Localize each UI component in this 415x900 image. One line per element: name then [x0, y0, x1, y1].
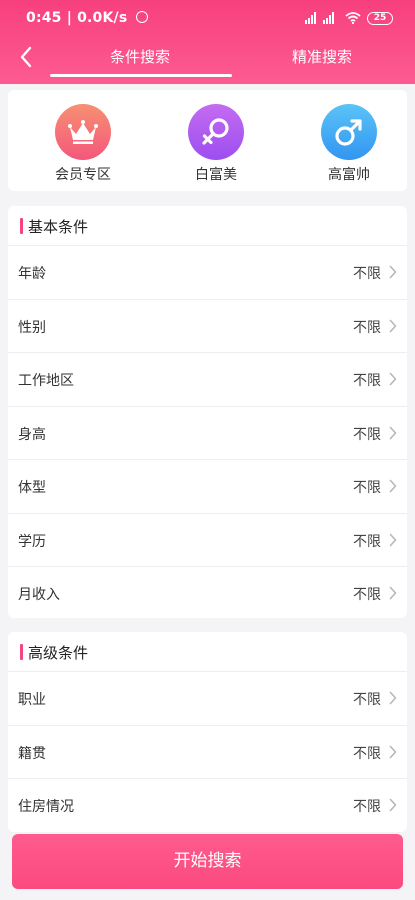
start-search-button[interactable]: 开始搜索 [12, 834, 403, 889]
condition-value: 不限 [353, 745, 381, 762]
condition-value: 不限 [353, 799, 381, 815]
crown-icon [68, 120, 98, 144]
condition-row[interactable]: 工作地区 不限 [8, 352, 407, 406]
section-title: 基本条件 [28, 218, 89, 236]
advanced-conditions-list: 职业 不限 籍贯 不限 住房情况 不限 [8, 671, 407, 832]
category-female[interactable]: 白富美 [171, 104, 261, 184]
status-time: 0:45 [26, 10, 62, 26]
tab-conditional-search[interactable]: 条件搜索 [110, 46, 170, 67]
condition-row[interactable]: 月收入 不限 [8, 566, 407, 620]
condition-value: 不限 [353, 373, 381, 389]
section-accent-bar [20, 218, 23, 234]
male-symbol-icon [335, 119, 362, 146]
battery-icon: 25 [367, 11, 393, 25]
condition-value: 不限 [353, 533, 381, 550]
category-male-label: 高富帅 [328, 167, 370, 183]
category-vip-label: 会员专区 [55, 167, 111, 183]
condition-row[interactable]: 籍贯 不限 [8, 724, 407, 779]
signal-icon-2 [323, 12, 335, 24]
alarm-icon [136, 11, 149, 23]
condition-row[interactable]: 职业 不限 [8, 671, 407, 725]
condition-value: 不限 [353, 426, 381, 443]
back-button[interactable] [12, 42, 40, 72]
condition-label: 年龄 [18, 266, 46, 282]
network-speed: 0.0K/s [77, 10, 128, 26]
category-male[interactable]: 高富帅 [304, 104, 394, 184]
chevron-right-icon [389, 691, 397, 705]
category-vip[interactable]: 会员专区 [38, 104, 128, 184]
active-tab-indicator [50, 74, 232, 77]
female-symbol-icon [202, 118, 229, 145]
condition-value: 不限 [353, 480, 381, 496]
basic-conditions-list: 年龄 不限 性别 不限 工作地区 不限 身高 不限 体型 不限 学历 不限 月收入 不限 [8, 245, 407, 620]
wifi-icon [345, 12, 361, 24]
chevron-right-icon [389, 479, 397, 493]
chevron-right-icon [389, 319, 397, 332]
top-nav: 条件搜索 精准搜索 [0, 36, 415, 84]
condition-value: 不限 [353, 266, 381, 282]
condition-row[interactable]: 年龄 不限 [8, 245, 407, 299]
condition-label: 学历 [18, 533, 46, 550]
condition-label: 职业 [18, 692, 46, 708]
condition-row[interactable]: 住房情况 不限 [8, 778, 407, 832]
chevron-right-icon [389, 533, 397, 546]
tab-precise-search[interactable]: 精准搜索 [292, 46, 352, 67]
advanced-conditions-section: 高级条件 职业 不限 籍贯 不限 住房情况 不限 [8, 632, 407, 832]
condition-row[interactable]: 学历 不限 [8, 512, 407, 567]
condition-row[interactable]: 身高 不限 [8, 405, 407, 460]
condition-label: 工作地区 [18, 373, 74, 389]
category-panel: 会员专区 白富美 高富帅 [8, 90, 407, 191]
chevron-right-icon [389, 426, 397, 439]
condition-label: 月收入 [18, 587, 60, 603]
condition-value: 不限 [353, 692, 381, 708]
condition-label: 体型 [18, 480, 46, 496]
status-bar: 0:45 | 0.0K/s 25 [0, 0, 415, 36]
condition-row[interactable]: 性别 不限 [8, 298, 407, 353]
signal-icon [305, 12, 317, 24]
category-female-label: 白富美 [195, 167, 237, 183]
condition-label: 住房情况 [18, 799, 74, 815]
section-title: 高级条件 [28, 644, 89, 662]
condition-value: 不限 [353, 319, 381, 336]
section-accent-bar [20, 644, 23, 660]
chevron-right-icon [389, 265, 397, 279]
condition-label: 籍贯 [18, 745, 46, 762]
condition-label: 身高 [18, 426, 46, 443]
chevron-right-icon [389, 586, 397, 600]
basic-conditions-section: 基本条件 年龄 不限 性别 不限 工作地区 不限 身高 不限 体型 不限 学历 不限 月收入 不限 [8, 206, 407, 618]
chevron-left-icon [20, 46, 32, 68]
chevron-right-icon [389, 372, 397, 386]
header: 0:45 | 0.0K/s 25 条件搜索 精准搜索 [0, 0, 415, 84]
condition-row[interactable]: 体型 不限 [8, 459, 407, 513]
chevron-right-icon [389, 798, 397, 812]
condition-value: 不限 [353, 587, 381, 603]
condition-label: 性别 [18, 319, 46, 336]
chevron-right-icon [389, 745, 397, 758]
